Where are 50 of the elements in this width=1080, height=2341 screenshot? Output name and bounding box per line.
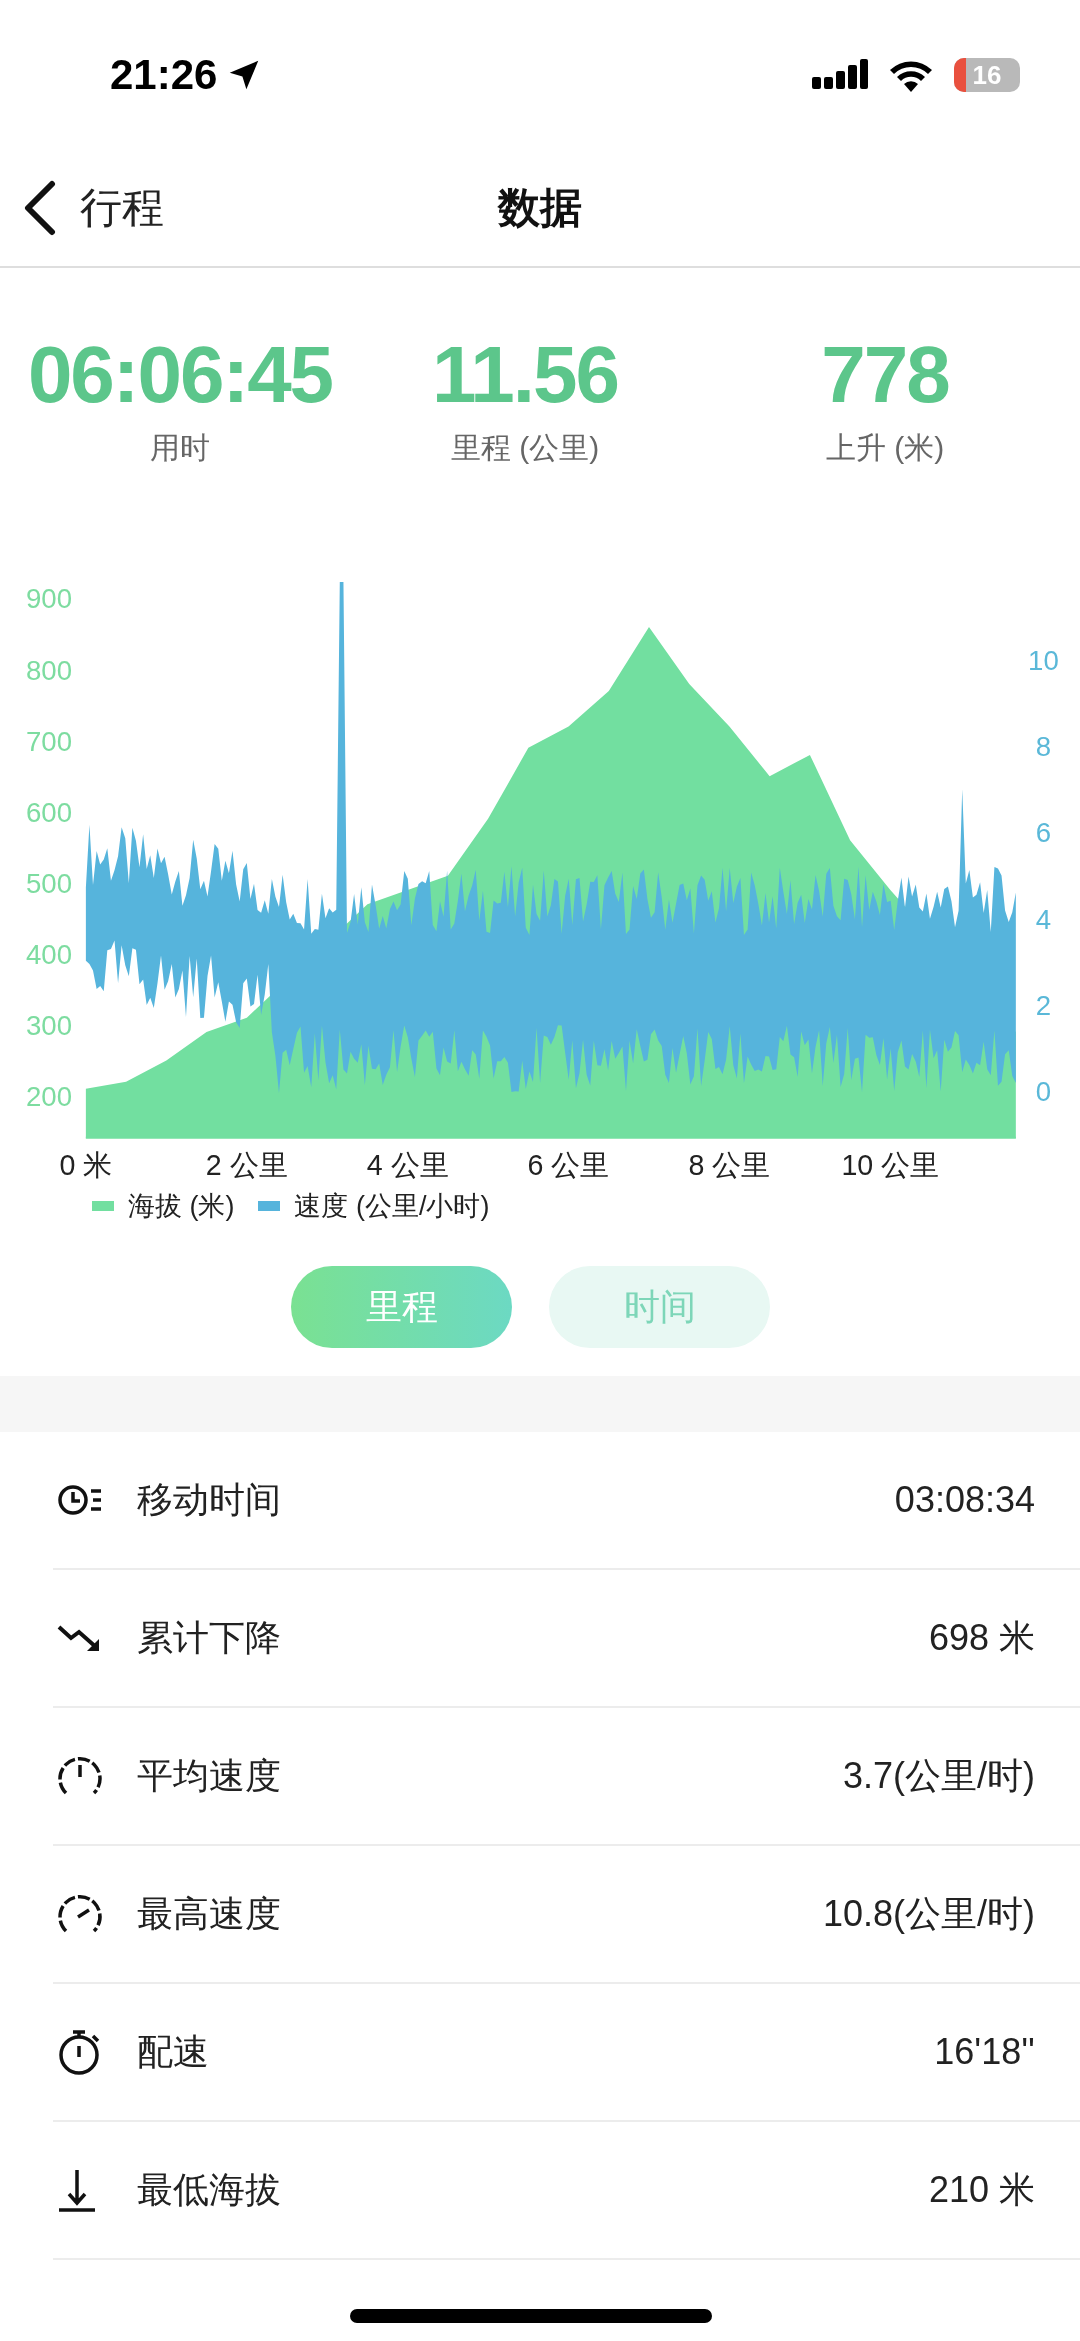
battery-icon: 16 [954,58,1020,92]
axis-tick-label: 600 [25,796,73,828]
stat-label: 上升 (米) [825,430,945,466]
axis-tick-label: 4 公里 [366,1149,449,1182]
axis-tick-label: 800 [25,654,73,686]
page-title: 数据 [498,184,582,231]
metric-value: 16'18'' [934,2031,1035,2073]
stat-label: 用时 [150,430,210,466]
metric-value: 10.8(公里/时) [822,1891,1035,1936]
axis-tick-label: 0 [1035,1076,1052,1108]
axis-tick-label: 400 [25,938,73,970]
axis-tick-label: 2 [1035,989,1052,1021]
axis-tick-label: 200 [25,1080,73,1112]
axis-tick-label: 10 [1028,644,1059,676]
axis-tick-label: 8 公里 [688,1149,771,1182]
metric-value: 3.7(公里/时) [842,1753,1035,1798]
wifi-icon [888,58,934,92]
tab[interactable]: 时间 [549,1266,770,1348]
axis-tick-label: 4 [1035,903,1052,935]
metric-value: 03:08:34 [894,1479,1035,1521]
metric-label: 平均速度 [137,1753,282,1798]
axis-tick-label: 6 公里 [527,1149,610,1182]
stat-value: 778 [821,330,949,420]
axis-tick-label: 900 [25,583,73,615]
tab[interactable]: 里程 [291,1266,512,1348]
stat-label: 里程 (公里) [450,430,600,466]
trend-down-icon [57,1623,101,1653]
clock-time: 21:26 [110,51,218,99]
axis-tick-label: 8 [1035,730,1052,762]
stat-value: 11.56 [432,330,618,420]
metric-value: 698 米 [928,1615,1035,1660]
axis-tick-label: 10 公里 [841,1149,940,1182]
metric-value: 210 米 [928,2167,1035,2212]
metric-label: 累计下降 [137,1615,282,1660]
metric-label: 最低海拔 [137,2167,282,2212]
axis-tick-label: 6 [1035,817,1052,849]
axis-tick-label: 2 公里 [205,1149,288,1182]
metric-label: 配速 [137,2029,210,2074]
axis-tick-label: 500 [25,867,73,899]
legend-label: 海拔 (米) [128,1190,235,1223]
axis-tick-label: 0 米 [59,1149,113,1182]
axis-tick-label: 700 [25,725,73,757]
chevron-left-icon [22,180,58,236]
legend-label: 速度 (公里/小时) [294,1190,490,1223]
arrow-down-to-line-icon [57,2168,97,2212]
metric-label: 最高速度 [137,1891,282,1936]
back-button[interactable]: 行程 [22,180,164,236]
stat-value: 06:06:45 [27,330,333,420]
metric-label: 移动时间 [137,1477,282,1522]
axis-tick-label: 300 [25,1009,73,1041]
